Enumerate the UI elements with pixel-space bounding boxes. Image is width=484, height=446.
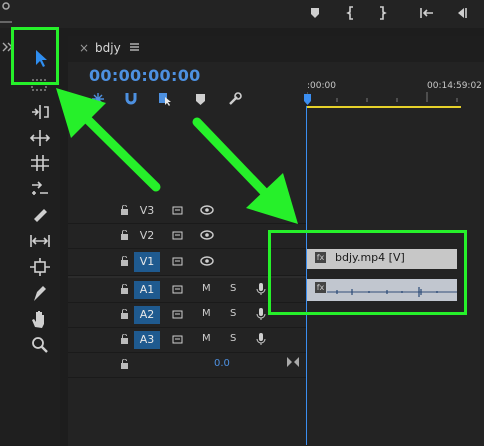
annotation-arrows [56,88,298,224]
